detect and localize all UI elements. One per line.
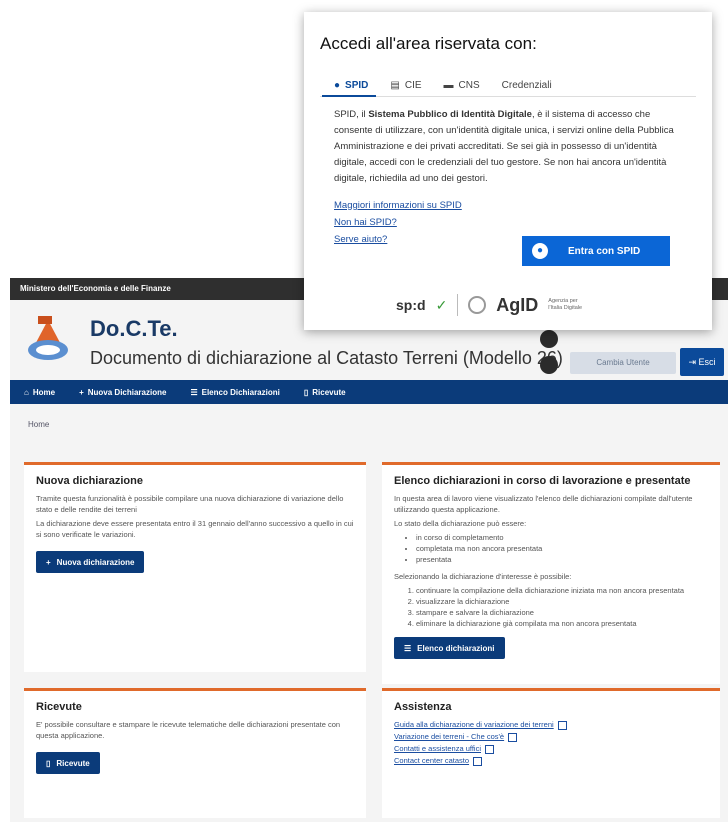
- user-circle-icon: ●: [334, 79, 341, 91]
- document-icon: ▯: [46, 758, 51, 768]
- login-tabs: ● SPID ▤ CIE ▬ CNS Credenziali: [320, 74, 696, 97]
- external-link-icon: [557, 720, 567, 730]
- spid-description-pre: SPID, il: [334, 109, 369, 120]
- card-elenco-text-1: In questa area di lavoro viene visualizz…: [394, 494, 693, 514]
- nav-home-label: Home: [32, 387, 56, 397]
- nav-nuova-label: Nuova Dichiarazione: [87, 387, 167, 397]
- nav-ricevute-label: Ricevute: [312, 387, 346, 397]
- list-item: continuare la compilazione della dichiar…: [416, 585, 708, 596]
- tab-credenziali[interactable]: Credenziali: [502, 74, 552, 96]
- list-item: eliminare la dichiarazione già compilata…: [416, 618, 708, 629]
- notification-icon[interactable]: [540, 330, 558, 348]
- entra-con-spid-label: Entra con SPID: [568, 245, 641, 257]
- app-subtitle: Documento di dichiarazione al Catasto Te…: [90, 348, 563, 368]
- nuova-dichiarazione-button[interactable]: + Nuova dichiarazione: [36, 551, 145, 573]
- assistenza-link-label: Contact center catasto: [394, 756, 470, 765]
- elenco-dichiarazioni-button[interactable]: ☰ Elenco dichiarazioni: [394, 637, 505, 659]
- id-card-icon: ▤: [390, 79, 400, 91]
- tab-cie-label: CIE: [404, 79, 422, 91]
- assistenza-link-label: Contatti e assistenza uffici: [394, 744, 481, 753]
- tab-spid[interactable]: ● SPID: [321, 74, 377, 97]
- logout-icon: ⇥: [688, 357, 699, 367]
- home-icon: ⌂: [24, 387, 29, 397]
- nuova-dichiarazione-button-label: Nuova dichiarazione: [56, 557, 135, 567]
- spid-logo: sp:d: [396, 297, 426, 313]
- external-link-icon: [485, 744, 494, 754]
- assistenza-link[interactable]: Guida alla dichiarazione di variazione d…: [394, 719, 708, 731]
- card-elenco-text-3: Selezionando la dichiarazione d'interess…: [394, 572, 572, 581]
- elenco-dichiarazioni-button-label: Elenco dichiarazioni: [417, 643, 495, 653]
- plus-icon: +: [46, 557, 51, 567]
- external-link-icon: [508, 732, 518, 742]
- card-ricevute-text: E' possibile consultare e stampare le ri…: [36, 720, 341, 740]
- nav-home[interactable]: ⌂ Home: [24, 388, 55, 397]
- card-nuova-text-1: Tramite questa funzionalità è possibile …: [36, 494, 344, 514]
- card-assistenza-title: Assistenza: [394, 701, 452, 713]
- cambia-utente-button[interactable]: Cambia Utente: [570, 352, 676, 374]
- agid-emblem-icon: [468, 296, 487, 314]
- card-nuova-title: Nuova dichiarazione: [36, 475, 143, 487]
- popup-title: Accedi all'area riservata con:: [320, 34, 537, 53]
- list-item: in corso di completamento: [416, 532, 708, 543]
- agid-logo: AgID: [496, 294, 539, 315]
- states-list: in corso di completamento completata ma …: [394, 532, 708, 565]
- tab-credenziali-label: Credenziali: [501, 79, 552, 91]
- entra-con-spid-button[interactable]: ● Entra con SPID: [522, 236, 670, 266]
- check-icon: ✓: [435, 296, 448, 313]
- main-nav: ⌂ Home + Nuova Dichiarazione ☰ Elenco Dichi…: [10, 380, 728, 404]
- assistenza-link[interactable]: Variazione dei terreni - Che cos'è: [394, 731, 708, 743]
- assistenza-link-label: Guida alla dichiarazione di variazione d…: [394, 720, 554, 729]
- card-elenco-title: Elenco dichiarazioni in corso di lavoraz…: [394, 475, 691, 487]
- list-icon: ☰: [404, 643, 412, 653]
- assistenza-link[interactable]: Contatti e assistenza uffici: [394, 743, 708, 755]
- document-icon: ▯: [303, 387, 309, 397]
- card-elenco-text-2: Lo stato della dichiarazione può essere:: [394, 519, 527, 528]
- breadcrumb[interactable]: Home: [10, 404, 728, 434]
- card-ricevute-title: Ricevute: [36, 701, 82, 713]
- agid-subtitle: Agenzia per l'Italia Digitale: [548, 298, 583, 311]
- actions-list: continuare la compilazione della dichiar…: [394, 585, 708, 629]
- tab-cns[interactable]: ▬ CNS: [444, 74, 480, 96]
- spid-description-bold: Sistema Pubblico di Identità Digitale: [368, 109, 532, 120]
- list-icon: ☰: [190, 387, 198, 397]
- user-icon: ●: [532, 243, 548, 259]
- nav-nuova-dichiarazione[interactable]: + Nuova Dichiarazione: [79, 388, 166, 397]
- list-item: visualizzare la dichiarazione: [416, 596, 708, 607]
- spid-description-post: , è il sistema di accesso che consente d…: [334, 109, 674, 184]
- card-nuova-text-2: La dichiarazione deve essere presentata …: [36, 519, 354, 539]
- ricevute-button-label: Ricevute: [56, 758, 90, 768]
- logout-button[interactable]: ⇥ Esci: [680, 348, 724, 376]
- main-page: Ministero dell'Economia e delle Finanze …: [10, 278, 728, 822]
- list-item: presentata: [416, 554, 708, 565]
- logout-label: Esci: [698, 357, 716, 367]
- no-spid-link[interactable]: Non hai SPID?: [334, 214, 696, 231]
- list-item: stampare e salvare la dichiarazione: [416, 607, 708, 618]
- card-nuova-dichiarazione: Nuova dichiarazione Tramite questa funzi…: [24, 462, 366, 672]
- nav-elenco-label: Elenco Dichiarazioni: [201, 387, 280, 397]
- card-icon: ▬: [443, 79, 454, 91]
- login-popup: Accedi all'area riservata con: ● SPID ▤ CI…: [304, 12, 712, 330]
- ricevute-button[interactable]: ▯ Ricevute: [36, 752, 100, 774]
- spid-info-link[interactable]: Maggiori informazioni su SPID: [334, 197, 696, 214]
- logos-row: sp:d ✓ AgID Agenzia per l'Italia Digital…: [396, 294, 588, 316]
- nav-elenco-dichiarazioni[interactable]: ☰ Elenco Dichiarazioni: [190, 388, 279, 397]
- user-icon[interactable]: [540, 356, 558, 374]
- nav-ricevute[interactable]: ▯ Ricevute: [304, 388, 346, 397]
- card-assistenza: Assistenza Guida alla dichiarazione di v…: [382, 688, 720, 818]
- plus-icon: +: [79, 387, 84, 397]
- external-link-icon: [473, 756, 483, 766]
- doctete-logo: [28, 316, 68, 360]
- tab-cns-label: CNS: [458, 79, 480, 91]
- app-title: Do.C.Te.: [90, 316, 178, 341]
- tab-spid-label: SPID: [345, 79, 369, 91]
- assistenza-link-label: Variazione dei terreni - Che cos'è: [394, 732, 505, 741]
- assistenza-link[interactable]: Contact center catasto: [394, 755, 708, 767]
- card-elenco-dichiarazioni: Elenco dichiarazioni in corso di lavoraz…: [382, 462, 720, 684]
- card-ricevute: Ricevute E' possibile consultare e stamp…: [24, 688, 366, 818]
- spid-description: SPID, il Sistema Pubblico di Identità Di…: [334, 107, 674, 187]
- tab-cie[interactable]: ▤ CIE: [390, 74, 421, 96]
- list-item: completata ma non ancora presentata: [416, 543, 708, 554]
- divider: [457, 294, 459, 316]
